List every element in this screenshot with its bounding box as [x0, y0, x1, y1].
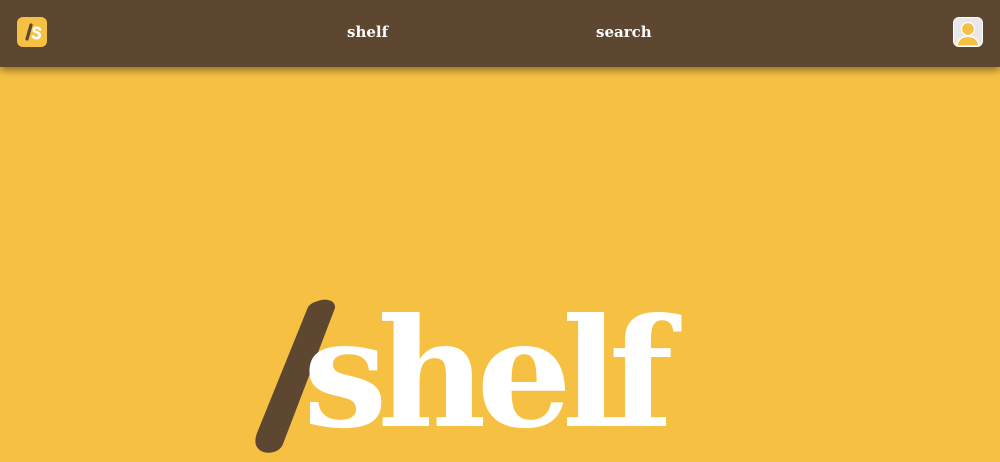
- nav-link-shelf[interactable]: shelf: [347, 22, 388, 42]
- hero-wordmark: shelf: [303, 286, 673, 462]
- slash-s-logo-icon: [25, 23, 42, 41]
- user-avatar-button[interactable]: [953, 17, 983, 47]
- home-logo-button[interactable]: [17, 17, 47, 47]
- user-avatar-icon: [954, 18, 982, 46]
- top-navbar: shelf search: [0, 0, 1000, 67]
- hero-section: shelf: [0, 67, 1000, 453]
- nav-link-search[interactable]: search: [596, 22, 652, 42]
